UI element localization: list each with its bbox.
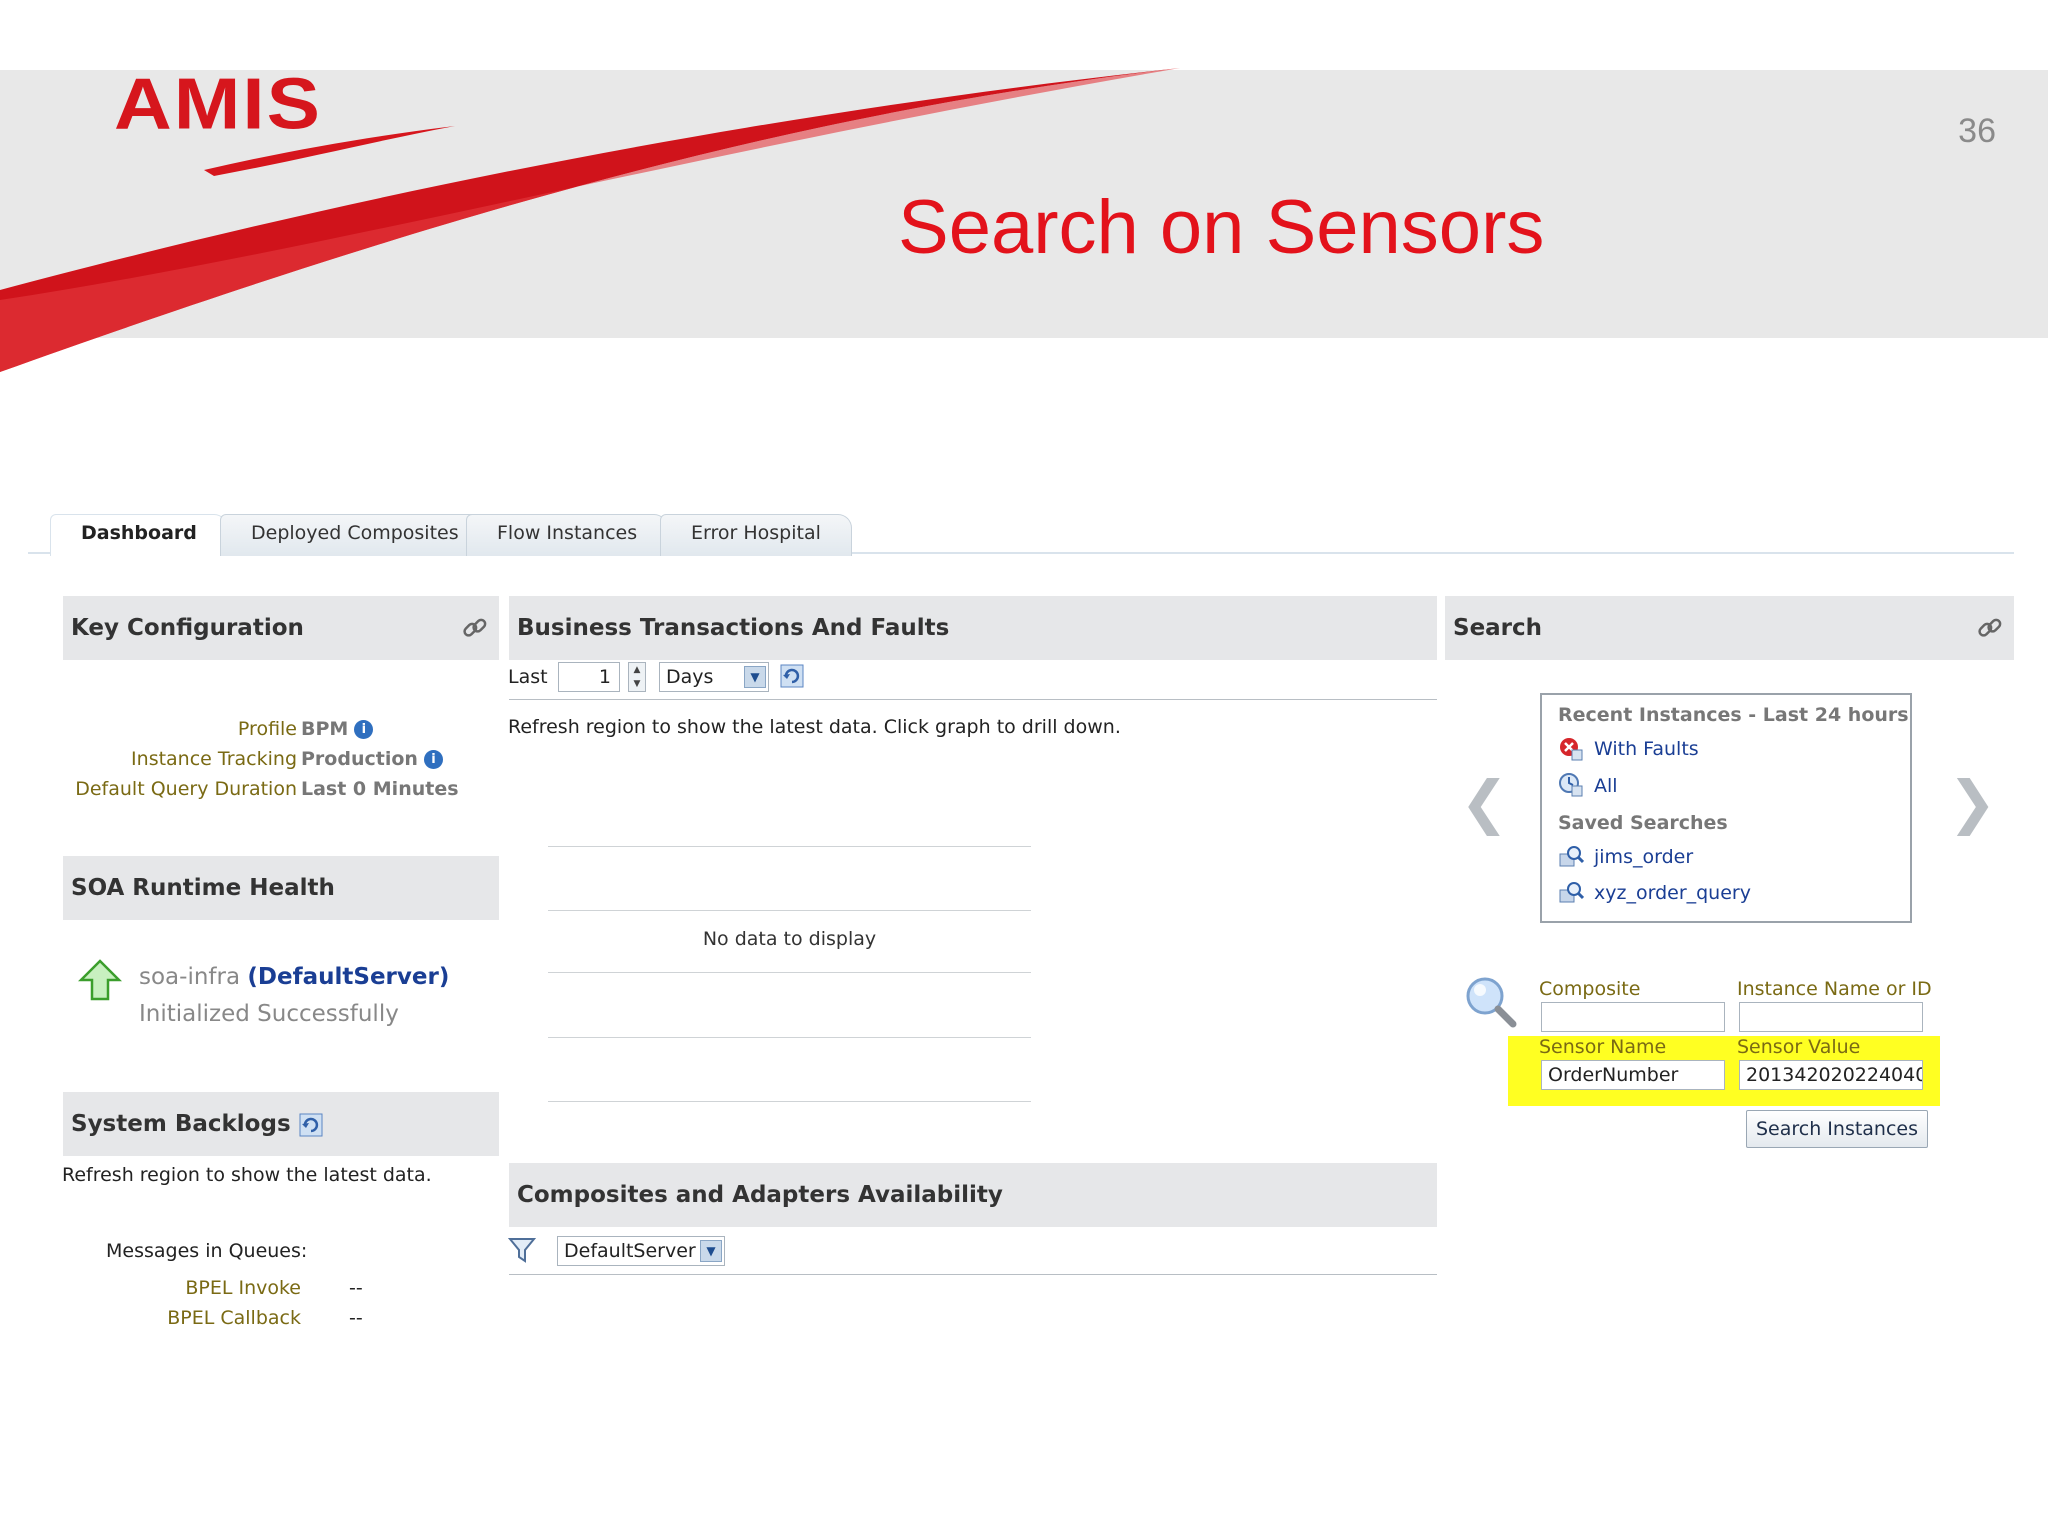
default-query-duration-label: Default Query Duration xyxy=(75,778,297,800)
instance-tracking-label: Instance Tracking xyxy=(131,748,297,770)
search-header: Search xyxy=(1445,596,2014,660)
toolbar-divider xyxy=(509,699,1437,700)
profile-value-row: BPM i xyxy=(301,718,374,740)
tab-deployed-composites[interactable]: Deployed Composites xyxy=(220,514,490,556)
runtime-health-header: SOA Runtime Health xyxy=(63,856,499,920)
period-unit-value: Days xyxy=(666,666,714,688)
no-data-text: No data to display xyxy=(702,928,877,950)
chevron-down-icon[interactable]: ▼ xyxy=(744,666,766,688)
server-select-value: DefaultServer xyxy=(564,1240,696,1262)
bpel-callback-label: BPEL Callback xyxy=(167,1307,301,1329)
with-faults-link[interactable]: With Faults xyxy=(1594,738,1699,760)
saved-search-icon xyxy=(1559,846,1584,867)
saved-search-icon xyxy=(1559,882,1584,903)
up-arrow-icon xyxy=(78,959,122,1001)
instance-tracking-value-row: Production i xyxy=(301,748,443,770)
transactions-refresh-text: Refresh region to show the latest data. … xyxy=(508,716,1121,738)
sensor-name-input[interactable]: OrderNumber xyxy=(1541,1060,1725,1090)
system-backlogs-title: System Backlogs xyxy=(71,1111,291,1137)
business-transactions-title: Business Transactions And Faults xyxy=(517,615,950,641)
instance-tracking-value: Production xyxy=(301,748,418,770)
runtime-server-row: soa-infra (DefaultServer) xyxy=(139,964,449,990)
composite-input[interactable] xyxy=(1541,1002,1725,1032)
magnifier-icon xyxy=(1466,977,1517,1028)
next-arrow-icon[interactable]: ❯ xyxy=(1948,768,1997,836)
sensor-value-label: Sensor Value xyxy=(1737,1036,1861,1058)
last-count-spinner[interactable]: ▲ ▼ xyxy=(628,662,646,692)
instance-name-input[interactable] xyxy=(1739,1002,1923,1032)
info-icon[interactable]: i xyxy=(354,720,374,739)
link-icon[interactable] xyxy=(1976,614,2004,642)
graph-gridline xyxy=(548,910,1031,911)
profile-value: BPM xyxy=(301,718,349,740)
clock-icon xyxy=(1559,773,1583,797)
all-instances-link[interactable]: All xyxy=(1594,775,1618,797)
sensor-name-label: Sensor Name xyxy=(1539,1036,1667,1058)
key-configuration-header: Key Configuration xyxy=(63,596,499,660)
composite-label: Composite xyxy=(1539,978,1641,1000)
availability-header: Composites and Adapters Availability xyxy=(509,1163,1437,1227)
info-icon[interactable]: i xyxy=(423,750,443,769)
messages-in-queues-label: Messages in Queues: xyxy=(106,1240,308,1262)
default-query-duration-value: Last 0 Minutes xyxy=(301,778,459,800)
search-title: Search xyxy=(1453,615,1543,641)
saved-search-jims-order[interactable]: jims_order xyxy=(1594,846,1693,868)
saved-search-xyz-order-query[interactable]: xyz_order_query xyxy=(1594,882,1751,904)
tab-bar: Dashboard Deployed Composites Flow Insta… xyxy=(28,506,2014,556)
business-transactions-header: Business Transactions And Faults xyxy=(509,596,1437,660)
filter-icon[interactable] xyxy=(508,1236,536,1264)
link-icon[interactable] xyxy=(461,614,489,642)
chevron-down-icon[interactable]: ▼ xyxy=(700,1240,722,1262)
toolbar-divider xyxy=(509,1274,1437,1275)
tab-flow-instances[interactable]: Flow Instances xyxy=(466,514,669,556)
runtime-health-title: SOA Runtime Health xyxy=(71,875,335,901)
runtime-server-link[interactable]: (DefaultServer) xyxy=(247,964,449,990)
key-configuration-title: Key Configuration xyxy=(71,615,304,641)
backlogs-refresh-text: Refresh region to show the latest data. xyxy=(62,1164,432,1186)
last-label: Last xyxy=(508,666,548,688)
profile-label: Profile xyxy=(237,718,297,740)
fault-icon xyxy=(1560,738,1583,761)
graph-gridline xyxy=(548,972,1031,973)
tab-error-hospital[interactable]: Error Hospital xyxy=(660,514,852,556)
refresh-icon[interactable] xyxy=(780,664,804,688)
last-count-input[interactable]: 1 xyxy=(558,662,620,692)
slide-title: Search on Sensors xyxy=(898,185,1545,270)
period-unit-select[interactable]: Days ▼ xyxy=(659,662,769,692)
runtime-status: Initialized Successfully xyxy=(139,1001,399,1027)
bpel-invoke-value: -- xyxy=(349,1277,363,1299)
graph-gridline xyxy=(548,1101,1031,1102)
soa-console: Dashboard Deployed Composites Flow Insta… xyxy=(28,506,2014,1342)
recent-instances-title: Recent Instances - Last 24 hours xyxy=(1558,704,1909,726)
amis-logo: AMIS xyxy=(114,63,322,144)
server-select[interactable]: DefaultServer ▼ xyxy=(557,1236,725,1266)
refresh-icon[interactable] xyxy=(299,1113,323,1137)
graph-gridline xyxy=(548,846,1031,847)
slide-number: 36 xyxy=(1958,112,1996,150)
availability-title: Composites and Adapters Availability xyxy=(517,1182,1003,1208)
bpel-callback-value: -- xyxy=(349,1307,363,1329)
system-backlogs-header: System Backlogs xyxy=(63,1092,499,1156)
search-instances-button[interactable]: Search Instances xyxy=(1746,1110,1928,1148)
saved-searches-title: Saved Searches xyxy=(1558,812,1728,834)
graph-gridline xyxy=(548,1037,1031,1038)
previous-arrow-icon[interactable]: ❮ xyxy=(1460,768,1509,836)
tab-dashboard[interactable]: Dashboard xyxy=(50,514,228,556)
sensor-value-input[interactable]: 201342020224040 xyxy=(1739,1060,1923,1090)
instance-name-label: Instance Name or ID xyxy=(1737,978,1932,1000)
runtime-server-name: soa-infra xyxy=(139,964,241,990)
bpel-invoke-label: BPEL Invoke xyxy=(185,1277,301,1299)
